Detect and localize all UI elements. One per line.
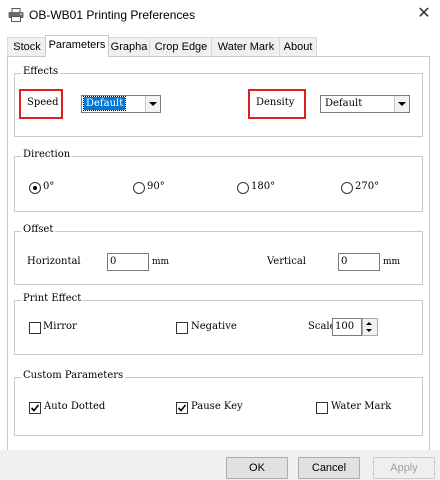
- direction-radio-270[interactable]: [341, 182, 353, 194]
- spin-up-icon[interactable]: [366, 322, 372, 325]
- direction-legend: Direction: [21, 149, 73, 160]
- tab-stock[interactable]: Stock: [7, 37, 47, 56]
- water-mark-label: Water Mark: [331, 401, 392, 412]
- pause-key-checkbox[interactable]: [176, 402, 188, 414]
- scale-spinner[interactable]: [362, 318, 378, 336]
- window-title: OB-WB01 Printing Preferences: [29, 8, 196, 22]
- checkmark-icon: [30, 404, 40, 412]
- density-label: Density: [256, 97, 295, 108]
- custom-parameters-group: Custom Parameters Auto Dotted Pause Key …: [14, 370, 423, 436]
- horizontal-offset-input[interactable]: 0: [107, 253, 149, 271]
- speed-select[interactable]: Default: [81, 95, 161, 113]
- direction-label-90: 90°: [147, 181, 165, 192]
- spin-down-icon[interactable]: [366, 329, 372, 332]
- water-mark-checkbox[interactable]: [316, 402, 328, 414]
- vertical-offset-value: 0: [341, 256, 348, 267]
- checkmark-icon: [177, 404, 187, 412]
- mirror-label: Mirror: [43, 321, 77, 332]
- vertical-offset-input[interactable]: 0: [338, 253, 380, 271]
- direction-radio-0[interactable]: [29, 182, 41, 194]
- close-icon[interactable]: ✕: [414, 4, 434, 24]
- direction-label-270: 270°: [355, 181, 380, 192]
- cancel-button[interactable]: Cancel: [298, 457, 360, 479]
- direction-label-0: 0°: [43, 181, 55, 192]
- tab-crop-edge[interactable]: Crop Edge: [149, 37, 213, 56]
- density-selected-value: Default: [325, 98, 363, 109]
- effects-group: Effects Speed Default Density Default: [14, 66, 423, 137]
- chevron-down-icon[interactable]: [145, 96, 160, 112]
- tab-parameters[interactable]: Parameters: [45, 35, 109, 57]
- speed-selected-value: Default: [82, 96, 127, 111]
- offset-legend: Offset: [21, 224, 56, 235]
- direction-radio-90[interactable]: [133, 182, 145, 194]
- custom-parameters-legend: Custom Parameters: [21, 370, 126, 381]
- ok-button[interactable]: OK: [226, 457, 288, 479]
- direction-radio-180[interactable]: [237, 182, 249, 194]
- print-effect-group: Print Effect Mirror Negative Scale 100: [14, 293, 423, 355]
- density-select[interactable]: Default: [320, 95, 410, 113]
- negative-checkbox[interactable]: [176, 322, 188, 334]
- negative-label: Negative: [191, 321, 237, 332]
- horizontal-label: Horizontal: [27, 256, 81, 267]
- pause-key-label: Pause Key: [191, 401, 243, 412]
- effects-legend: Effects: [21, 66, 61, 77]
- direction-label-180: 180°: [251, 181, 276, 192]
- title-bar: OB-WB01 Printing Preferences ✕: [0, 0, 440, 30]
- parameters-panel: Effects Speed Default Density Default Di…: [7, 56, 430, 451]
- scale-value: 100: [335, 321, 355, 332]
- mirror-checkbox[interactable]: [29, 322, 41, 334]
- speed-label: Speed: [27, 97, 59, 108]
- offset-group: Offset Horizontal 0 mm Vertical 0 mm: [14, 224, 423, 285]
- apply-button[interactable]: Apply: [373, 457, 435, 479]
- horizontal-unit: mm: [152, 257, 170, 267]
- auto-dotted-label: Auto Dotted: [44, 401, 106, 412]
- vertical-unit: mm: [383, 257, 401, 267]
- auto-dotted-checkbox[interactable]: [29, 402, 41, 414]
- chevron-down-icon[interactable]: [394, 96, 409, 112]
- tab-grapha[interactable]: Grapha: [107, 37, 151, 56]
- tab-about[interactable]: About: [279, 37, 317, 56]
- scale-input[interactable]: 100: [332, 318, 362, 336]
- horizontal-offset-value: 0: [110, 256, 117, 267]
- direction-group: Direction 0° 90° 180° 270°: [14, 149, 423, 212]
- tab-water-mark[interactable]: Water Mark: [211, 37, 281, 56]
- printer-icon: [8, 8, 24, 22]
- vertical-label: Vertical: [267, 256, 306, 267]
- print-effect-legend: Print Effect: [21, 293, 84, 304]
